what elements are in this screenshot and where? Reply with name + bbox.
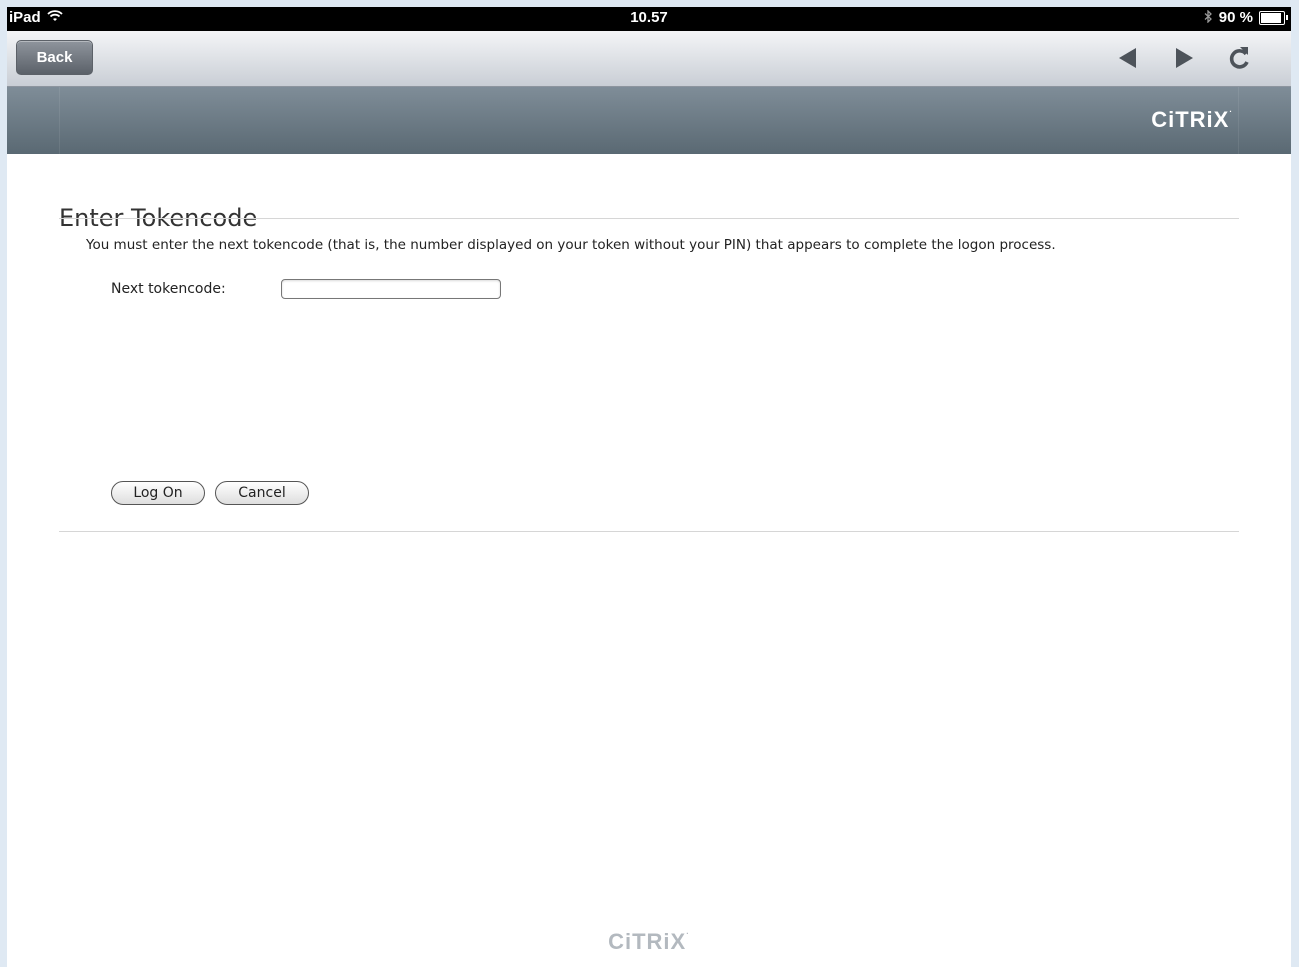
status-bar: iPad 10.57 90 % (7, 7, 1291, 31)
logo-dot: · (1229, 107, 1233, 116)
citrix-header: CiTRiX· (7, 87, 1291, 154)
reload-icon[interactable] (1227, 44, 1253, 76)
forward-arrow-icon[interactable] (1173, 46, 1195, 74)
bluetooth-icon (1204, 8, 1213, 26)
back-button[interactable]: Back (16, 40, 93, 75)
citrix-logo: CiTRiX· (1151, 107, 1233, 133)
battery-text: 90 % (1218, 9, 1253, 26)
header-inner (59, 87, 1239, 154)
device-frame: iPad 10.57 90 % Back CiTRiX· Enter Token… (0, 0, 1299, 967)
browser-toolbar: Back (7, 31, 1291, 87)
title-divider (59, 218, 1239, 219)
tokencode-label: Next tokencode: (111, 281, 226, 297)
status-time: 10.57 (630, 9, 668, 26)
footer-logo-text: CiTRiX (608, 929, 687, 954)
footer-citrix-logo: CiTRiX· (7, 929, 1291, 955)
battery-icon (1259, 10, 1288, 25)
screen: iPad 10.57 90 % Back CiTRiX· Enter Token… (7, 7, 1291, 967)
tokencode-input[interactable] (281, 279, 501, 299)
status-right: 90 % (1204, 8, 1288, 26)
logon-button[interactable]: Log On (111, 481, 205, 505)
instruction-text: You must enter the next tokencode (that … (86, 237, 1056, 253)
cancel-button[interactable]: Cancel (215, 481, 309, 505)
footer-logo-dot: · (686, 929, 690, 938)
back-arrow-icon[interactable] (1117, 46, 1139, 74)
citrix-logo-text: CiTRiX (1151, 107, 1230, 132)
form-bottom-divider (59, 531, 1239, 532)
